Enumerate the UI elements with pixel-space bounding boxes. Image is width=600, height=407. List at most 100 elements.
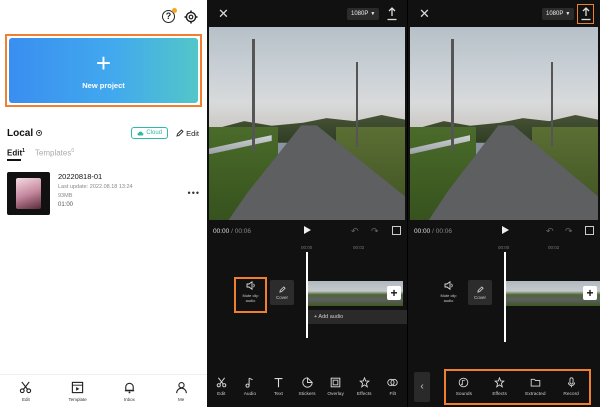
tab-templates[interactable]: Templates0 [35,148,74,161]
resolution-select[interactable]: 1080P ▼ [542,8,575,20]
add-audio-button[interactable]: + Add audio [308,310,407,324]
project-name: 20220818-01 [58,172,103,181]
person-icon [175,381,187,393]
redo-icon[interactable]: ↷ [565,226,573,237]
tool-filters[interactable]: Filt [378,377,407,397]
pencil-icon [476,285,484,293]
tool-audio-effects-label: Effects [492,392,507,397]
tool-overlay[interactable]: Overlay [321,377,350,397]
nav-inbox-label: Inbox [123,396,135,402]
tool-sounds[interactable]: Sounds [448,377,480,397]
export-icon[interactable] [386,7,398,21]
tool-stickers[interactable]: Stickers [293,377,322,397]
nav-edit[interactable]: Edit [6,381,46,402]
export-icon[interactable] [580,7,592,21]
tool-effects-label: Effects [356,392,372,397]
filter-icon [387,378,398,387]
video-preview [410,27,598,220]
project-tabs: Edit1 Templates0 [7,148,74,161]
tool-edit[interactable]: Edit [207,377,236,397]
help-icon[interactable]: ? [162,8,177,23]
tool-text-label: Text [274,392,283,397]
project-size: 93MB [58,193,73,199]
tab-templates-count: 0 [71,148,75,154]
cover-button[interactable]: Cover [270,280,294,305]
redo-icon[interactable]: ↷ [371,226,379,237]
editor-screen-audio: ✕ 1080P ▼ 00:00 / 00:06 ↶ ↷ 00:00 00:02 … [407,0,600,407]
tool-extracted-label: Extracted [525,392,546,397]
play-icon[interactable] [304,226,311,234]
project-last-update: Last update: 2022.08.18 13:24 [58,184,133,190]
tool-edit-label: Edit [217,392,226,397]
effects-icon [494,377,506,388]
tool-audio[interactable]: Audio [236,377,265,397]
playback-controls: 00:00 / 00:06 ↶ ↷ [207,222,407,240]
fullscreen-icon[interactable] [585,226,594,235]
edit-button[interactable]: Edit [176,129,199,138]
play-icon[interactable] [502,226,509,234]
add-clip-button[interactable]: + [583,286,597,300]
mic-icon [567,377,575,388]
nav-me[interactable]: Me [161,381,201,402]
close-icon[interactable]: ✕ [419,7,430,20]
total-time: 00:06 [435,228,452,235]
mute-clip-audio-button[interactable]: Mute clip audio [434,281,463,303]
notification-dot [172,8,177,13]
tool-audio-effects[interactable]: Effects [484,377,516,397]
top-icons: ? [162,8,198,24]
cover-label: Cover [473,294,486,300]
new-project-button[interactable]: + New project [9,38,198,103]
music-note-icon [245,377,254,388]
more-options-icon[interactable]: ••• [188,188,200,198]
cloud-button[interactable]: Cloud [131,127,169,139]
tool-overlay-label: Overlay [327,392,344,397]
bottom-nav: Edit Template Inbox Me [0,374,207,407]
caret-down-icon: ▼ [565,11,571,17]
resolution-label: 1080P [351,11,369,17]
gear-icon[interactable] [184,10,198,24]
tab-edit-count: 1 [22,148,25,154]
timecode: 00:00 / 00:06 [414,228,452,235]
template-icon [71,381,84,393]
nav-template-label: Template [68,396,87,402]
tool-text[interactable]: Text [264,377,293,397]
cloud-label: Cloud [146,130,163,136]
fullscreen-icon[interactable] [392,226,401,235]
undo-icon[interactable]: ↶ [351,226,359,237]
cover-button[interactable]: Cover [468,280,492,305]
pencil-icon [176,129,184,137]
local-info-icon[interactable]: ▾ [36,130,43,136]
home-screen: ? + New project Local ▾ Cloud Edit Edit1 [0,0,207,407]
new-project-label: New project [82,81,125,90]
overlay-icon [330,377,341,388]
sticker-icon [301,377,313,388]
text-icon [274,378,283,388]
nav-template[interactable]: Template [58,381,98,402]
add-clip-button[interactable]: + [387,286,401,300]
resolution-label: 1080P [546,11,564,17]
total-time: 00:06 [234,228,251,235]
project-info: 20220818-01 Last update: 2022.08.18 13:2… [58,172,133,208]
playhead[interactable] [306,252,308,338]
project-item[interactable]: 20220818-01 Last update: 2022.08.18 13:2… [7,172,202,216]
back-chevron-icon[interactable]: ‹ [414,372,430,402]
cover-label: Cover [275,294,288,300]
edit-label: Edit [186,128,199,138]
tool-effects[interactable]: Effects [350,377,379,397]
undo-icon[interactable]: ↶ [546,226,554,237]
scissors-icon [20,381,32,393]
tab-edit-label: Edit [7,148,23,158]
mute-clip-audio-button[interactable]: Mute clip audio [236,281,265,303]
bell-icon [124,382,135,393]
resolution-select[interactable]: 1080P ▼ [347,8,380,20]
tool-extracted[interactable]: Extracted [519,377,551,397]
nav-inbox[interactable]: Inbox [109,381,149,402]
playback-controls: 00:00 / 00:06 ↶ ↷ [408,222,600,240]
mute-label: Mute clip audio [242,293,259,303]
playhead[interactable] [504,252,506,342]
tool-record[interactable]: Record [555,377,587,397]
editor-top-bar: ✕ 1080P ▼ [408,0,600,28]
tab-edit[interactable]: Edit1 [7,148,25,161]
close-icon[interactable]: ✕ [218,7,229,20]
tab-templates-label: Templates [34,148,72,158]
